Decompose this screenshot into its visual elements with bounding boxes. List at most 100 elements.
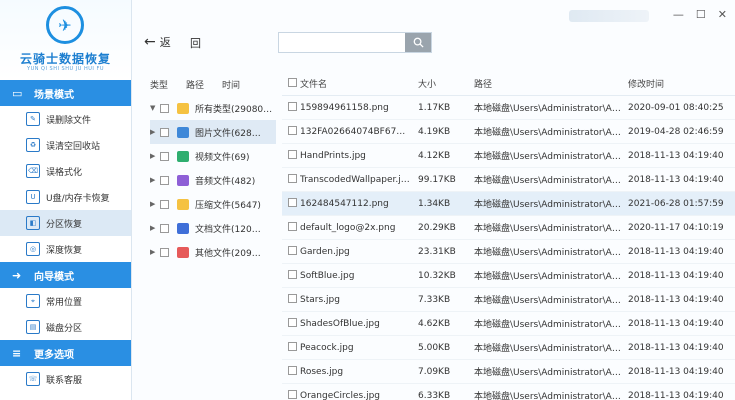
sidebar-item[interactable]: ▤ 磁盘分区 (0, 314, 131, 340)
expand-toggle-icon[interactable]: ▶ (150, 248, 160, 256)
search-input[interactable] (279, 33, 405, 52)
table-row[interactable]: default_logo@2x.png 20.29KB 本地磁盘\Users\A… (282, 216, 735, 240)
sidebar-item[interactable]: U U盘/内存卡恢复 (0, 184, 131, 210)
tree-checkbox[interactable] (160, 247, 169, 257)
return-label[interactable]: 回 (190, 35, 201, 51)
expand-toggle-icon[interactable]: ▼ (150, 104, 160, 112)
expand-toggle-icon[interactable]: ▶ (150, 200, 160, 208)
row-checkbox-cell[interactable] (282, 317, 300, 330)
row-checkbox-cell[interactable] (282, 245, 300, 258)
expand-toggle-icon[interactable]: ▶ (150, 176, 160, 184)
row-checkbox[interactable] (288, 389, 297, 399)
table-row[interactable]: HandPrints.jpg 4.12KB 本地磁盘\Users\Adminis… (282, 144, 735, 168)
sidebar-item[interactable]: ✎ 误删除文件 (0, 106, 131, 132)
sidebar-item[interactable]: ◎ 深度恢复 (0, 236, 131, 262)
file-name: 132FA02664074BF67… (300, 126, 406, 137)
col-path-header[interactable]: 路径 (474, 77, 628, 90)
row-checkbox[interactable] (288, 365, 297, 375)
row-checkbox-cell[interactable] (282, 389, 300, 400)
maximize-button[interactable]: ☐ (696, 8, 706, 21)
table-row[interactable]: Stars.jpg 7.33KB 本地磁盘\Users\Administrato… (282, 288, 735, 312)
sidebar: ✈ 云骑士数据恢复 YUN QI SHI SHU JU HUI FU ▭ 场景模式… (0, 0, 132, 400)
row-checkbox-cell[interactable] (282, 197, 300, 210)
sidebar-item[interactable]: ☏ 联系客服 (0, 366, 131, 392)
col-size-header[interactable]: 大小 (418, 77, 474, 90)
tree-row[interactable]: ▶ 压缩文件(5647) (150, 192, 276, 216)
table-row[interactable]: OrangeCircles.jpg 6.33KB 本地磁盘\Users\Admi… (282, 384, 735, 400)
row-checkbox[interactable] (288, 269, 297, 279)
row-checkbox[interactable] (288, 341, 297, 351)
table-row[interactable]: Peacock.jpg 5.00KB 本地磁盘\Users\Administra… (282, 336, 735, 360)
expand-toggle-icon[interactable]: ▶ (150, 128, 160, 136)
row-checkbox-cell[interactable] (282, 365, 300, 378)
section-header-1[interactable]: ➜ 向导模式 (0, 262, 131, 288)
select-all-cell[interactable] (282, 77, 300, 90)
table-row[interactable]: SoftBlue.jpg 10.32KB 本地磁盘\Users\Administ… (282, 264, 735, 288)
tree-row[interactable]: ▶ 其他文件(209… (150, 240, 276, 264)
tree-checkbox[interactable] (160, 151, 169, 161)
table-row[interactable]: ShadesOfBlue.jpg 4.62KB 本地磁盘\Users\Admin… (282, 312, 735, 336)
file-name: OrangeCircles.jpg (300, 390, 381, 400)
row-checkbox-cell[interactable] (282, 149, 300, 162)
table-row[interactable]: 162484547112.png 1.34KB 本地磁盘\Users\Admin… (282, 192, 735, 216)
table-row[interactable]: TranscodedWallpaper.j… 99.17KB 本地磁盘\User… (282, 168, 735, 192)
file-time: 2018-11-13 04:19:40 (628, 390, 724, 400)
search-button[interactable] (405, 33, 431, 52)
tree-row[interactable]: ▶ 文档文件(120… (150, 216, 276, 240)
file-name: HandPrints.jpg (300, 150, 366, 161)
col-name-header[interactable]: 文件名 (300, 77, 418, 90)
tree-header-tab[interactable]: 时间 (222, 78, 240, 91)
tree-checkbox[interactable] (160, 103, 169, 113)
tree-row[interactable]: ▶ 音频文件(482) (150, 168, 276, 192)
row-checkbox-cell[interactable] (282, 125, 300, 138)
row-checkbox[interactable] (288, 125, 297, 135)
delete-file-icon: ✎ (26, 112, 40, 126)
expand-toggle-icon[interactable]: ▶ (150, 224, 160, 232)
row-checkbox[interactable] (288, 101, 297, 111)
sidebar-item[interactable]: ◧ 分区恢复 (0, 210, 131, 236)
row-checkbox[interactable] (288, 173, 297, 183)
row-checkbox-cell[interactable] (282, 173, 300, 186)
tree-checkbox[interactable] (160, 199, 169, 209)
tree-row[interactable]: ▼ 所有类型(29080… (150, 96, 276, 120)
back-button[interactable]: ← 返 (144, 34, 171, 50)
row-checkbox[interactable] (288, 245, 297, 255)
tree-checkbox[interactable] (160, 127, 169, 137)
row-checkbox-cell[interactable] (282, 101, 300, 114)
row-checkbox[interactable] (288, 293, 297, 303)
row-checkbox[interactable] (288, 317, 297, 327)
location-icon: ⌖ (26, 294, 40, 308)
sidebar-item[interactable]: ⌖ 常用位置 (0, 288, 131, 314)
sidebar-item[interactable]: ♻ 误清空回收站 (0, 132, 131, 158)
table-row[interactable]: Roses.jpg 7.09KB 本地磁盘\Users\Administrato… (282, 360, 735, 384)
file-name: Stars.jpg (300, 294, 340, 305)
tree-checkbox[interactable] (160, 223, 169, 233)
row-checkbox[interactable] (288, 149, 297, 159)
tree-checkbox[interactable] (160, 175, 169, 185)
row-checkbox-cell[interactable] (282, 221, 300, 234)
file-path: 本地磁盘\Users\Administrator\Ap… (474, 272, 627, 282)
row-checkbox[interactable] (288, 221, 297, 231)
file-name: 162484547112.png (300, 198, 389, 209)
row-checkbox-cell[interactable] (282, 293, 300, 306)
select-all-checkbox[interactable] (288, 77, 297, 87)
section-header-2[interactable]: ≡ 更多选项 (0, 340, 131, 366)
tree-header-tab[interactable]: 类型 (150, 78, 168, 91)
file-path: 本地磁盘\Users\Administrator\Ap… (474, 128, 627, 138)
close-button[interactable]: ✕ (718, 8, 727, 21)
col-time-header[interactable]: 修改时间 (628, 77, 735, 90)
table-row[interactable]: Garden.jpg 23.31KB 本地磁盘\Users\Administra… (282, 240, 735, 264)
section-header-0[interactable]: ▭ 场景模式 (0, 80, 131, 106)
table-row[interactable]: 132FA02664074BF67… 4.19KB 本地磁盘\Users\Adm… (282, 120, 735, 144)
row-checkbox-cell[interactable] (282, 269, 300, 282)
row-checkbox-cell[interactable] (282, 341, 300, 354)
tree-row[interactable]: ▶ 图片文件(628… (150, 120, 276, 144)
file-name: default_logo@2x.png (300, 222, 396, 233)
tree-row[interactable]: ▶ 视频文件(69) (150, 144, 276, 168)
sidebar-item[interactable]: ⌫ 误格式化 (0, 158, 131, 184)
row-checkbox[interactable] (288, 197, 297, 207)
expand-toggle-icon[interactable]: ▶ (150, 152, 160, 160)
minimize-button[interactable]: — (673, 8, 684, 21)
tree-header-tab[interactable]: 路径 (186, 78, 204, 91)
table-row[interactable]: 159894961158.png 1.17KB 本地磁盘\Users\Admin… (282, 96, 735, 120)
